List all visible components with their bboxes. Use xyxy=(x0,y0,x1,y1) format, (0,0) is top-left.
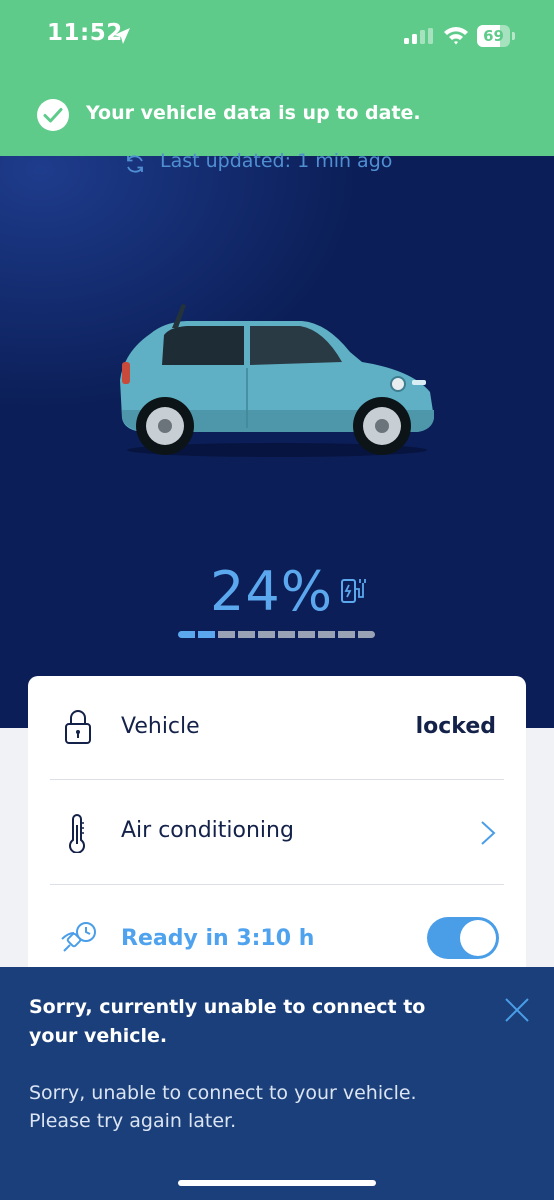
charge-segment-empty xyxy=(318,631,335,638)
vehicle-lock-row[interactable]: Vehicle locked xyxy=(28,676,526,780)
lock-status-value: locked xyxy=(415,714,496,739)
last-updated-text: Last updated: 1 min ago xyxy=(160,150,393,172)
car-image xyxy=(120,304,434,457)
charging-station-icon xyxy=(341,579,366,603)
charge-segment-empty xyxy=(298,631,315,638)
charge-segment-filled xyxy=(198,631,215,638)
air-conditioning-row[interactable]: Air conditioning xyxy=(28,780,526,884)
charging-toggle[interactable] xyxy=(427,917,499,959)
cellular-signal-icon xyxy=(404,28,433,44)
padlock-icon xyxy=(65,710,91,744)
charge-percentage: 24% xyxy=(210,560,334,623)
error-title: Sorry, currently unable to connect to yo… xyxy=(29,996,426,1047)
home-indicator[interactable] xyxy=(178,1180,376,1186)
charge-level-bar xyxy=(178,631,376,638)
vehicle-label: Vehicle xyxy=(121,714,200,739)
charge-segment-empty xyxy=(278,631,295,638)
plug-clock-icon xyxy=(61,922,96,952)
error-line-1: Sorry, unable to connect to your vehicle… xyxy=(29,1082,417,1104)
charge-segment-empty xyxy=(338,631,355,638)
thermometer-icon xyxy=(69,814,85,853)
charge-segment-empty xyxy=(358,631,375,638)
battery-percent: 69 xyxy=(483,27,504,45)
chevron-right-icon[interactable] xyxy=(478,820,498,846)
charge-segment-empty xyxy=(218,631,235,638)
toggle-knob xyxy=(460,920,496,956)
battery-icon: 69 xyxy=(477,25,515,47)
location-arrow-icon xyxy=(114,28,130,44)
vehicle-status-card: Vehicle locked Air conditioning Ready in… xyxy=(28,676,526,1016)
charge-segment-empty xyxy=(258,631,275,638)
charge-segment-filled xyxy=(178,631,195,638)
charge-segment-empty xyxy=(238,631,255,638)
wifi-icon xyxy=(444,27,468,45)
air-conditioning-label: Air conditioning xyxy=(121,818,294,843)
ready-time-label: Ready in 3:10 h xyxy=(121,926,315,951)
refresh-icon[interactable] xyxy=(124,153,146,175)
close-icon[interactable] xyxy=(503,996,531,1024)
error-message: Sorry, unable to connect to your vehicle… xyxy=(29,1079,499,1135)
error-line-2: Please try again later. xyxy=(29,1110,237,1132)
banner-message: Your vehicle data is up to date. xyxy=(86,102,421,124)
check-circle-icon xyxy=(37,99,69,131)
